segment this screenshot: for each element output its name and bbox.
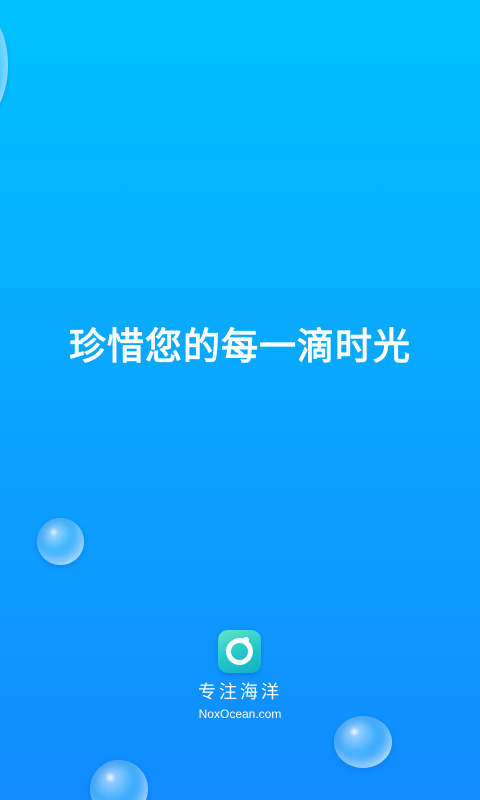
bubble-decoration [334, 716, 392, 768]
bubble-decoration [90, 760, 148, 800]
brand-domain: NoxOcean.com [198, 707, 282, 721]
splash-screen: 珍惜您的每一滴时光 专注海洋 NoxOcean.com [0, 0, 480, 800]
brand-name: 专注海洋 [198, 682, 282, 703]
bubble-decoration [37, 518, 84, 565]
bubble-decoration [0, 10, 8, 120]
logo-dot-shape [243, 637, 249, 643]
logo-ring-shape [226, 638, 253, 665]
slogan-text: 珍惜您的每一滴时光 [69, 325, 411, 368]
nox-ocean-logo-icon [218, 630, 261, 673]
